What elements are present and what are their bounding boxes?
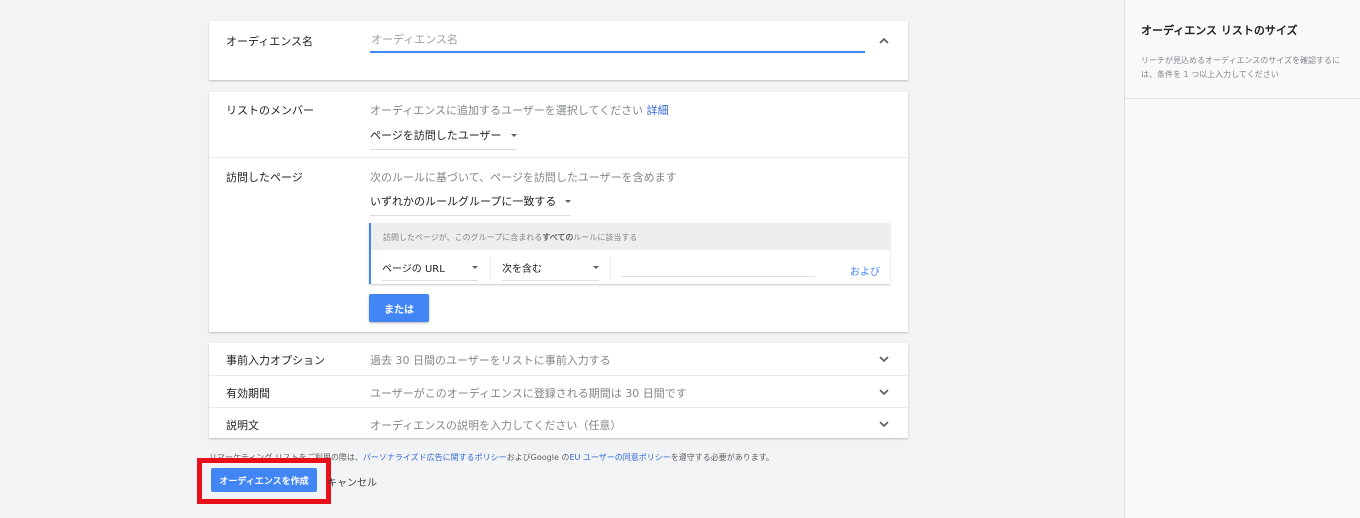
audience-name-label: オーディエンス名 xyxy=(226,35,314,48)
members-hint-text: オーディエンスに追加するユーザーを選択してください xyxy=(370,104,644,117)
rule-group-header-bold: すべての xyxy=(542,233,574,242)
policy-text-pre: リマーケティング リストをご利用の際は、 xyxy=(209,453,363,462)
duration-label: 有効期間 xyxy=(226,387,270,400)
members-card: リストのメンバー オーディエンスに追加するユーザーを選択してください 詳細 ペー… xyxy=(209,92,908,332)
chevron-up-icon[interactable] xyxy=(876,33,892,49)
eu-consent-policy-link[interactable]: EU ユーザーの同意ポリシー xyxy=(569,453,670,462)
rule-field-select[interactable]: ページの URL xyxy=(382,260,478,281)
audience-name-card: オーディエンス名 xyxy=(209,21,908,80)
rule-group-header: 訪問したページが、このグループに含まれるすべてのルールに該当する xyxy=(371,223,890,250)
rule-value-input[interactable] xyxy=(621,259,815,277)
policy-text-mid: およびGoogle の xyxy=(506,453,570,462)
duration-row[interactable]: 有効期間 ユーザーがこのオーディエンスに登録される期間は 30 日間です xyxy=(209,375,908,406)
rule-operator-select[interactable]: 次を含む xyxy=(502,260,599,281)
rule-group: 訪問したページが、このグループに含まれるすべてのルールに該当する ページの UR… xyxy=(369,223,890,284)
audience-name-input[interactable] xyxy=(370,32,865,53)
and-link[interactable]: および xyxy=(850,263,880,278)
audience-size-header: オーディエンス リストのサイズ リーチが見込めるオーディエンスのサイズを確認する… xyxy=(1125,0,1360,99)
rule-group-match-select[interactable]: いずれかのルールグループに一致する xyxy=(370,193,572,216)
members-select-value: ページを訪問したユーザー xyxy=(370,129,502,142)
visited-pages-label: 訪問したページ xyxy=(226,171,303,184)
chevron-down-icon[interactable] xyxy=(876,384,892,400)
personalized-ads-policy-link[interactable]: パーソナライズド広告に関するポリシー xyxy=(363,453,507,462)
dropdown-caret-icon xyxy=(565,199,572,203)
members-section: リストのメンバー オーディエンスに追加するユーザーを選択してください 詳細 ペー… xyxy=(209,92,908,158)
rule-divider xyxy=(610,258,611,278)
rule-divider xyxy=(490,258,491,278)
description-label: 説明文 xyxy=(226,419,259,432)
dropdown-caret-icon xyxy=(510,133,517,137)
members-select[interactable]: ページを訪問したユーザー xyxy=(370,127,517,150)
description-value: オーディエンスの説明を入力してください（任意） xyxy=(370,419,622,432)
description-row[interactable]: 説明文 オーディエンスの説明を入力してください（任意） xyxy=(209,407,908,438)
dropdown-caret-icon xyxy=(472,266,478,269)
or-button[interactable]: または xyxy=(369,294,429,322)
prefill-row[interactable]: 事前入力オプション 過去 30 日間のユーザーをリストに事前入力する xyxy=(209,343,908,374)
members-hint: オーディエンスに追加するユーザーを選択してください 詳細 xyxy=(370,102,669,118)
rule-group-header-pre: 訪問したページが、このグループに含まれる xyxy=(383,233,543,242)
policy-notice: リマーケティング リストをご利用の際は、パーソナライズド広告に関するポリシーおよ… xyxy=(209,452,774,463)
dropdown-caret-icon xyxy=(593,266,599,269)
rule-operator-value: 次を含む xyxy=(502,264,542,275)
chevron-down-icon[interactable] xyxy=(876,416,892,432)
duration-value: ユーザーがこのオーディエンスに登録される期間は 30 日間です xyxy=(370,387,687,400)
policy-text-post: を遵守する必要があります。 xyxy=(670,453,774,462)
members-label: リストのメンバー xyxy=(226,104,314,117)
rule-group-match-value: いずれかのルールグループに一致する xyxy=(370,195,557,208)
prefill-label: 事前入力オプション xyxy=(226,354,325,367)
rule-field-value: ページの URL xyxy=(382,264,445,275)
audience-size-description: リーチが見込めるオーディエンスのサイズを確認するには、条件を 1 つ以上入力して… xyxy=(1141,56,1341,79)
visited-pages-hint: 次のルールに基づいて、ページを訪問したユーザーを含めます xyxy=(370,171,677,184)
chevron-down-icon[interactable] xyxy=(876,351,892,367)
audience-size-title: オーディエンス リストのサイズ xyxy=(1141,24,1298,37)
audience-size-panel: オーディエンス リストのサイズ リーチが見込めるオーディエンスのサイズを確認する… xyxy=(1124,0,1360,518)
cancel-button[interactable]: キャンセル xyxy=(327,474,377,489)
prefill-value: 過去 30 日間のユーザーをリストに事前入力する xyxy=(370,354,611,367)
create-audience-button[interactable]: オーディエンスを作成 xyxy=(211,468,317,492)
page: オーディエンス名 リストのメンバー オーディエンスに追加するユーザーを選択してく… xyxy=(0,0,1360,518)
members-learn-more-link[interactable]: 詳細 xyxy=(647,104,669,117)
options-card: 事前入力オプション 過去 30 日間のユーザーをリストに事前入力する 有効期間 … xyxy=(209,343,908,438)
rule-group-header-post: ルールに該当する xyxy=(573,233,638,242)
